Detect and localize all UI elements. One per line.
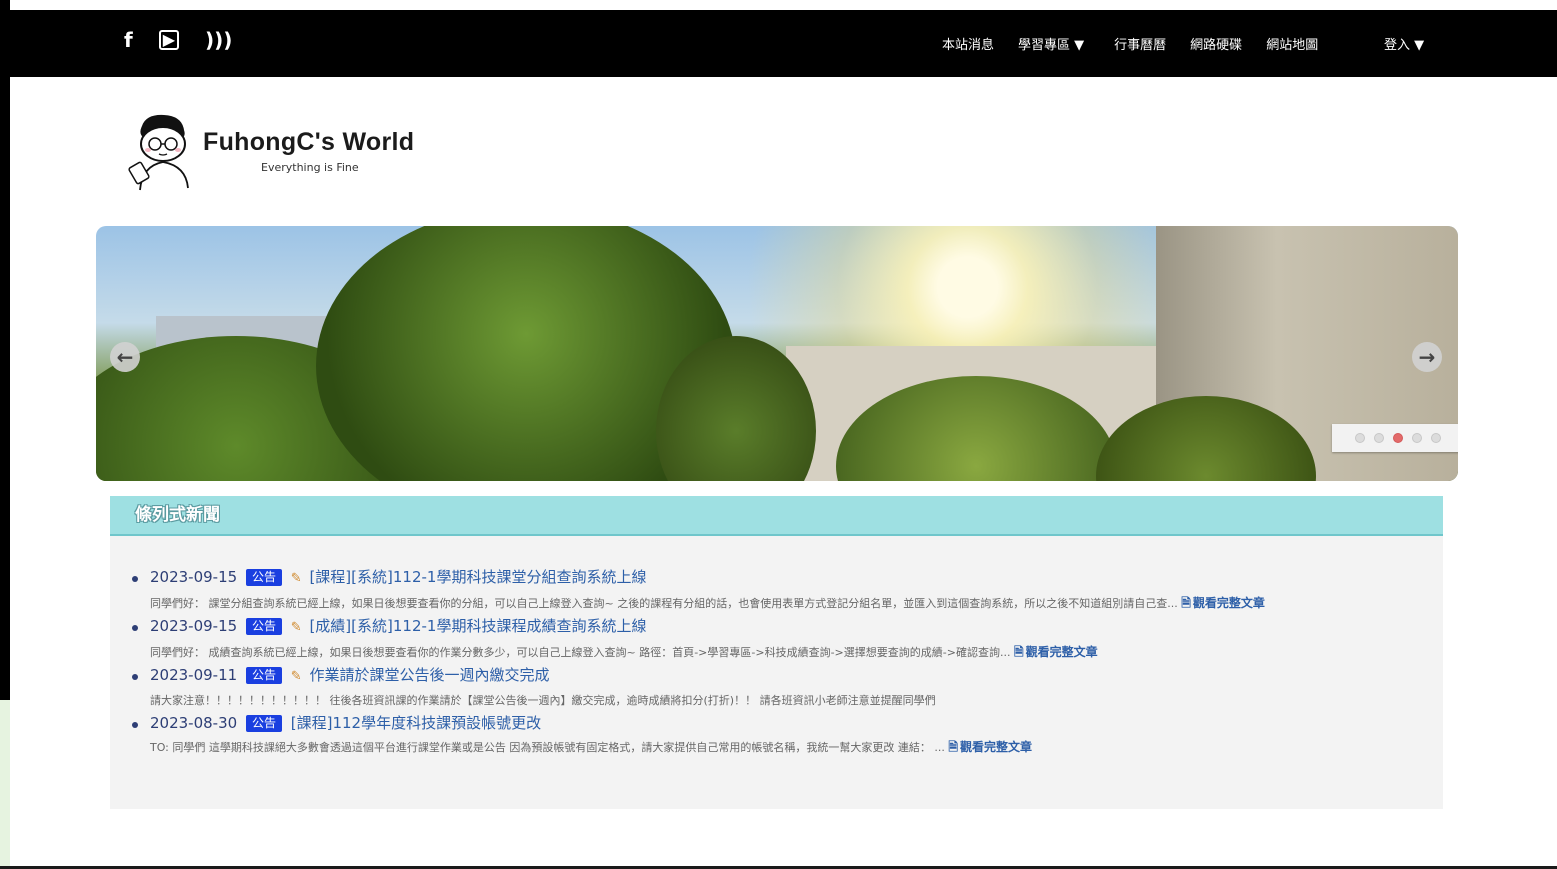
rss-icon[interactable]: ))) bbox=[205, 28, 232, 52]
nav-item-sitemap[interactable]: 網站地圖 bbox=[1266, 34, 1318, 53]
carousel-next-button[interactable]: → bbox=[1412, 342, 1442, 372]
news-summary: TO: 同學們 這學期科技課絕大多數會透過這個平台進行課堂作業或是公告 因為預設… bbox=[150, 734, 1425, 759]
youtube-icon[interactable]: ▶ bbox=[158, 30, 180, 50]
news-date: 2023-09-15 bbox=[150, 617, 238, 635]
site-subtitle: Everything is Fine bbox=[261, 161, 359, 174]
nav-item-calendar[interactable]: 行事曆曆 bbox=[1114, 34, 1166, 53]
news-title-link[interactable]: [課程]112學年度科技課預設帳號更改 bbox=[291, 714, 541, 732]
read-more-label: 觀看完整文章 bbox=[1025, 645, 1098, 659]
read-more-link[interactable]: 🗎 觀看完整文章 bbox=[1014, 645, 1098, 659]
announcement-badge: 公告 bbox=[245, 667, 282, 684]
news-summary: 同學們好： 課堂分組查詢系統已經上線，如果日後想要查看你的分組，可以自己上線登入… bbox=[150, 590, 1425, 615]
carousel-indicators bbox=[1332, 424, 1458, 452]
news-date: 2023-09-11 bbox=[150, 666, 238, 684]
read-more-link[interactable]: 🗎 觀看完整文章 bbox=[948, 740, 1032, 754]
frame-top bbox=[0, 0, 1557, 10]
news-title-link[interactable]: [成績][系統]112-1學期科技課程成績查詢系統上線 bbox=[309, 617, 646, 635]
news-date: 2023-09-15 bbox=[150, 568, 238, 586]
carousel-dot[interactable] bbox=[1355, 433, 1365, 443]
read-more-label: 觀看完整文章 bbox=[1192, 596, 1265, 610]
news-list: 2023-09-15 公告 ✎ [課程][系統]112-1學期科技課堂分組查詢系… bbox=[110, 536, 1443, 759]
document-icon: 🗎 bbox=[948, 740, 959, 754]
pencil-icon: ✎ bbox=[290, 620, 302, 635]
site-title: FuhongC's World bbox=[203, 128, 415, 156]
news-summary: 同學們好： 成績查詢系統已經上線，如果日後想要查看你的作業分數多少，可以自己上線… bbox=[150, 639, 1425, 664]
news-title-link[interactable]: [課程][系統]112-1學期科技課堂分組查詢系統上線 bbox=[309, 568, 646, 586]
arrow-left-icon: ← bbox=[116, 345, 134, 369]
social-links: f ▶ ))) bbox=[124, 28, 232, 52]
news-item: 2023-08-30 公告 [課程]112學年度科技課預設帳號更改 TO: 同學… bbox=[132, 712, 1443, 759]
news-summary-text: 同學們好： 課堂分組查詢系統已經上線，如果日後想要查看你的分組，可以自己上線登入… bbox=[150, 597, 1178, 610]
nav-item-news[interactable]: 本站消息 bbox=[942, 34, 994, 53]
carousel-dot[interactable] bbox=[1374, 433, 1384, 443]
news-item: 2023-09-15 公告 ✎ [課程][系統]112-1學期科技課堂分組查詢系… bbox=[132, 566, 1443, 615]
login-menu[interactable]: 登入 ▼ bbox=[1384, 34, 1424, 53]
arrow-right-icon: → bbox=[1418, 345, 1436, 369]
announcement-badge: 公告 bbox=[245, 569, 282, 586]
news-panel: 條列式新聞 2023-09-15 公告 ✎ [課程][系統]112-1學期科技課… bbox=[110, 496, 1443, 809]
frame-left-accent bbox=[0, 700, 10, 869]
news-date: 2023-08-30 bbox=[150, 714, 238, 732]
facebook-icon[interactable]: f bbox=[124, 28, 133, 52]
document-icon: 🗎 bbox=[1181, 596, 1191, 610]
news-item: 2023-09-11 公告 ✎ 作業請於課堂公告後一週內繳交完成 請大家注意！！… bbox=[132, 664, 1443, 712]
carousel-prev-button[interactable]: ← bbox=[110, 342, 140, 372]
read-more-link[interactable]: 🗎 觀看完整文章 bbox=[1181, 596, 1265, 610]
pencil-icon: ✎ bbox=[290, 669, 302, 684]
read-more-label: 觀看完整文章 bbox=[960, 740, 1033, 754]
nav-item-network-drive[interactable]: 網路硬碟 bbox=[1190, 34, 1242, 53]
news-summary-text: 同學們好： 成績查詢系統已經上線，如果日後想要查看你的作業分數多少，可以自己上線… bbox=[150, 646, 1011, 659]
announcement-badge: 公告 bbox=[245, 715, 282, 732]
news-title-link[interactable]: 作業請於課堂公告後一週內繳交完成 bbox=[309, 666, 549, 684]
carousel-dot[interactable] bbox=[1431, 433, 1441, 443]
news-item: 2023-09-15 公告 ✎ [成績][系統]112-1學期科技課程成績查詢系… bbox=[132, 615, 1443, 664]
pencil-icon: ✎ bbox=[290, 571, 302, 586]
avatar-illustration bbox=[128, 114, 189, 191]
document-icon: 🗎 bbox=[1013, 645, 1024, 659]
hero-carousel: ← → bbox=[96, 226, 1458, 481]
news-summary-text: 請大家注意！！！！！！！！！！！ 往後各班資訊課的作業請於【課堂公告後一週內】繳… bbox=[150, 694, 936, 707]
nav-item-learning-zone[interactable]: 學習專區 ▼ bbox=[1018, 34, 1084, 53]
carousel-dot[interactable] bbox=[1412, 433, 1422, 443]
announcement-badge: 公告 bbox=[245, 618, 282, 635]
news-summary: 請大家注意！！！！！！！！！！！ 往後各班資訊課的作業請於【課堂公告後一週內】繳… bbox=[150, 688, 1425, 712]
main-menu: 本站消息 學習專區 ▼ 行事曆曆 網路硬碟 網站地圖 bbox=[942, 34, 1342, 53]
top-navbar: f ▶ ))) 本站消息 學習專區 ▼ 行事曆曆 網路硬碟 網站地圖 登入 ▼ bbox=[10, 10, 1557, 77]
news-summary-text: TO: 同學們 這學期科技課絕大多數會透過這個平台進行課堂作業或是公告 因為預設… bbox=[150, 741, 945, 754]
news-panel-header: 條列式新聞 bbox=[110, 496, 1443, 536]
carousel-dot-active[interactable] bbox=[1393, 433, 1403, 443]
